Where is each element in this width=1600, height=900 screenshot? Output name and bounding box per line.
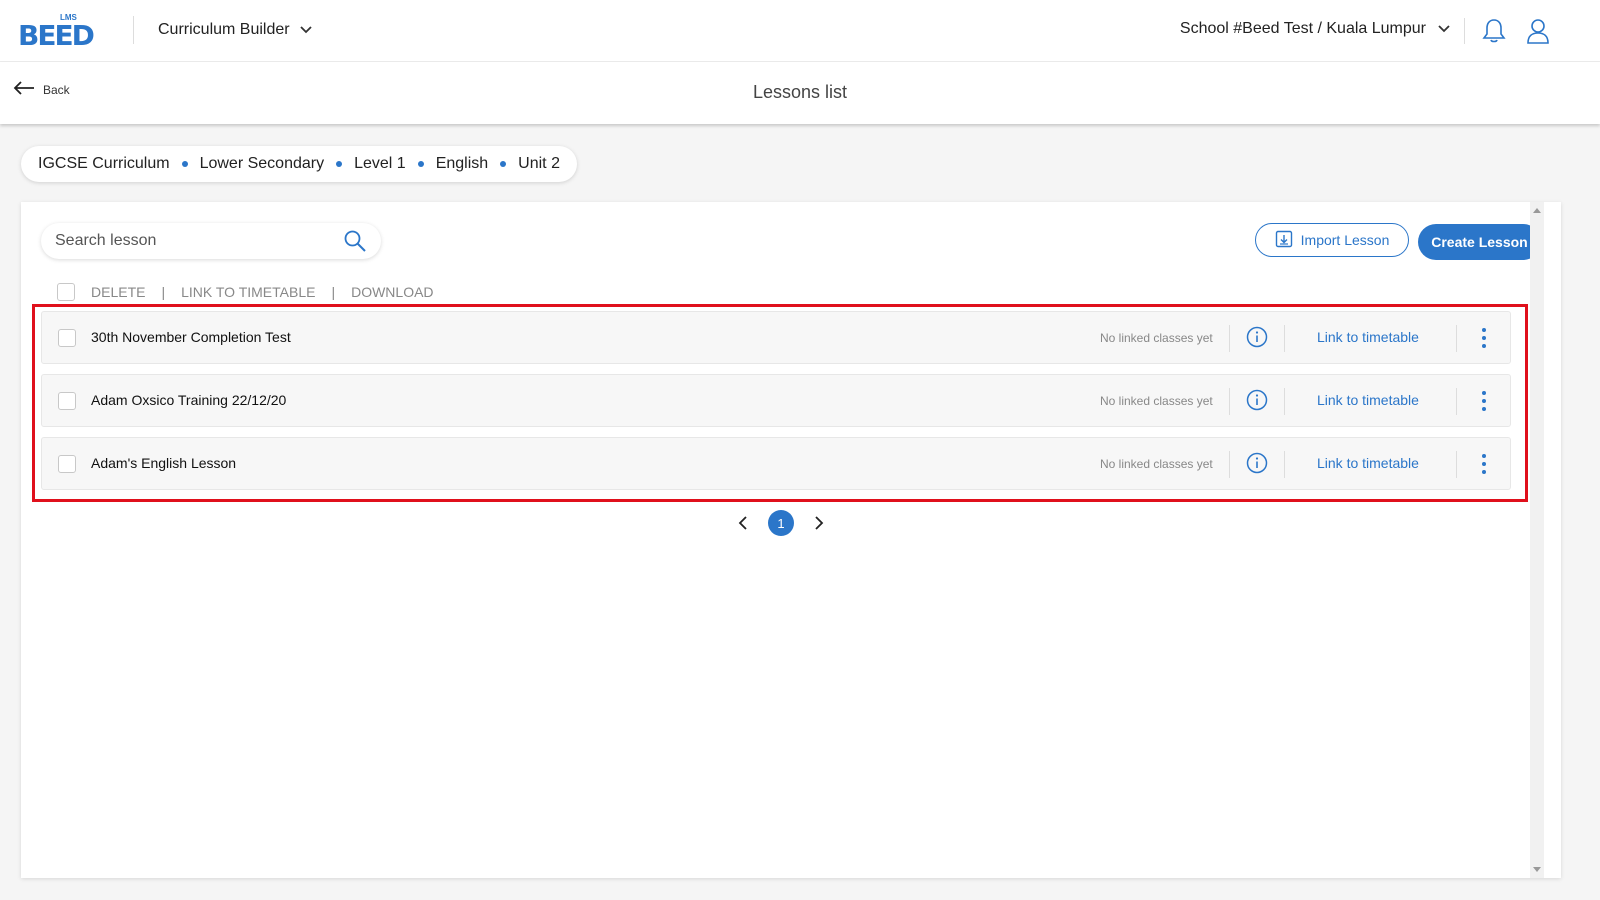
import-lesson-label: Import Lesson xyxy=(1300,232,1390,248)
import-lesson-button[interactable]: Import Lesson xyxy=(1255,223,1409,257)
create-lesson-button[interactable]: Create Lesson xyxy=(1418,224,1541,260)
chevron-left-icon[interactable] xyxy=(736,513,750,533)
info-icon[interactable] xyxy=(1246,452,1268,474)
breadcrumb-item[interactable]: English xyxy=(436,155,488,173)
scroll-down-arrow[interactable] xyxy=(1533,867,1541,872)
row-divider xyxy=(1284,325,1285,352)
user-profile-icon[interactable] xyxy=(1523,16,1553,46)
bulk-separator: | xyxy=(331,284,336,300)
chevron-down-icon xyxy=(299,21,312,39)
bulk-separator: | xyxy=(161,284,166,300)
bulk-delete-button[interactable]: DELETE xyxy=(91,284,145,300)
chevron-down-icon xyxy=(1438,20,1450,38)
more-options-icon[interactable] xyxy=(1478,389,1490,413)
lesson-row[interactable]: Adam's English Lesson No linked classes … xyxy=(41,437,1511,490)
breadcrumb-separator xyxy=(181,161,188,167)
page-button-current[interactable]: 1 xyxy=(768,510,794,536)
link-to-timetable-button[interactable]: Link to timetable xyxy=(1317,392,1419,408)
chevron-right-icon[interactable] xyxy=(812,513,826,533)
linked-status: No linked classes yet xyxy=(1100,457,1213,471)
search-box xyxy=(41,223,381,259)
bell-icon[interactable] xyxy=(1479,16,1509,46)
lessons-panel: Import Lesson Create Lesson DELETE | LIN… xyxy=(21,202,1561,878)
school-selector[interactable]: School #Beed Test / Kuala Lumpur xyxy=(1180,20,1450,38)
more-options-icon[interactable] xyxy=(1478,452,1490,476)
breadcrumb-separator xyxy=(336,161,343,167)
link-to-timetable-button[interactable]: Link to timetable xyxy=(1317,455,1419,471)
top-header: LMS BEED Curriculum Builder School #Beed… xyxy=(0,0,1600,62)
row-divider xyxy=(1229,451,1230,478)
lesson-name[interactable]: 30th November Completion Test xyxy=(91,329,291,345)
bulk-download-button[interactable]: DOWNLOAD xyxy=(351,284,433,300)
search-input[interactable] xyxy=(55,223,325,259)
module-selector[interactable]: Curriculum Builder xyxy=(158,21,312,39)
bulk-actions-bar: DELETE | LINK TO TIMETABLE | DOWNLOAD xyxy=(57,282,434,302)
row-divider xyxy=(1284,451,1285,478)
scrollbar[interactable] xyxy=(1530,202,1544,878)
school-label: School #Beed Test / Kuala Lumpur xyxy=(1179,20,1426,37)
lesson-name[interactable]: Adam's English Lesson xyxy=(91,455,236,471)
breadcrumb-item[interactable]: Unit 2 xyxy=(518,155,560,173)
linked-status: No linked classes yet xyxy=(1100,331,1213,345)
scroll-up-arrow[interactable] xyxy=(1533,208,1541,213)
row-divider xyxy=(1456,451,1457,478)
header-divider xyxy=(1464,18,1465,44)
row-divider xyxy=(1456,325,1457,352)
breadcrumb: IGCSE Curriculum Lower Secondary Level 1… xyxy=(21,146,577,182)
lesson-row[interactable]: Adam Oxsico Training 22/12/20 No linked … xyxy=(41,374,1511,427)
lesson-checkbox[interactable] xyxy=(58,455,76,473)
row-divider xyxy=(1229,388,1230,415)
logo-wordmark: BEED xyxy=(18,19,95,52)
module-label: Curriculum Builder xyxy=(158,21,290,38)
linked-status: No linked classes yet xyxy=(1100,394,1213,408)
lesson-row[interactable]: 30th November Completion Test No linked … xyxy=(41,311,1511,364)
lesson-name[interactable]: Adam Oxsico Training 22/12/20 xyxy=(91,392,286,408)
info-icon[interactable] xyxy=(1246,326,1268,348)
breadcrumb-item[interactable]: IGCSE Curriculum xyxy=(38,155,170,173)
row-divider xyxy=(1229,325,1230,352)
beed-logo[interactable]: LMS BEED xyxy=(18,13,96,52)
search-icon[interactable] xyxy=(343,229,367,253)
page-title: Lessons list xyxy=(752,82,848,102)
row-divider xyxy=(1456,388,1457,415)
row-divider xyxy=(1284,388,1285,415)
header-divider xyxy=(133,16,134,44)
link-to-timetable-button[interactable]: Link to timetable xyxy=(1317,329,1419,345)
sub-header: Back Lessons list xyxy=(0,62,1600,124)
pagination: 1 xyxy=(736,510,826,536)
bulk-link-timetable-button[interactable]: LINK TO TIMETABLE xyxy=(181,284,315,300)
breadcrumb-separator xyxy=(500,161,507,167)
breadcrumb-item[interactable]: Level 1 xyxy=(354,155,406,173)
lesson-checkbox[interactable] xyxy=(58,392,76,410)
breadcrumb-item[interactable]: Lower Secondary xyxy=(200,155,325,173)
import-icon xyxy=(1275,230,1293,251)
more-options-icon[interactable] xyxy=(1478,326,1490,350)
info-icon[interactable] xyxy=(1246,389,1268,411)
breadcrumb-separator xyxy=(417,161,424,167)
select-all-checkbox[interactable] xyxy=(57,283,75,301)
lesson-checkbox[interactable] xyxy=(58,329,76,347)
